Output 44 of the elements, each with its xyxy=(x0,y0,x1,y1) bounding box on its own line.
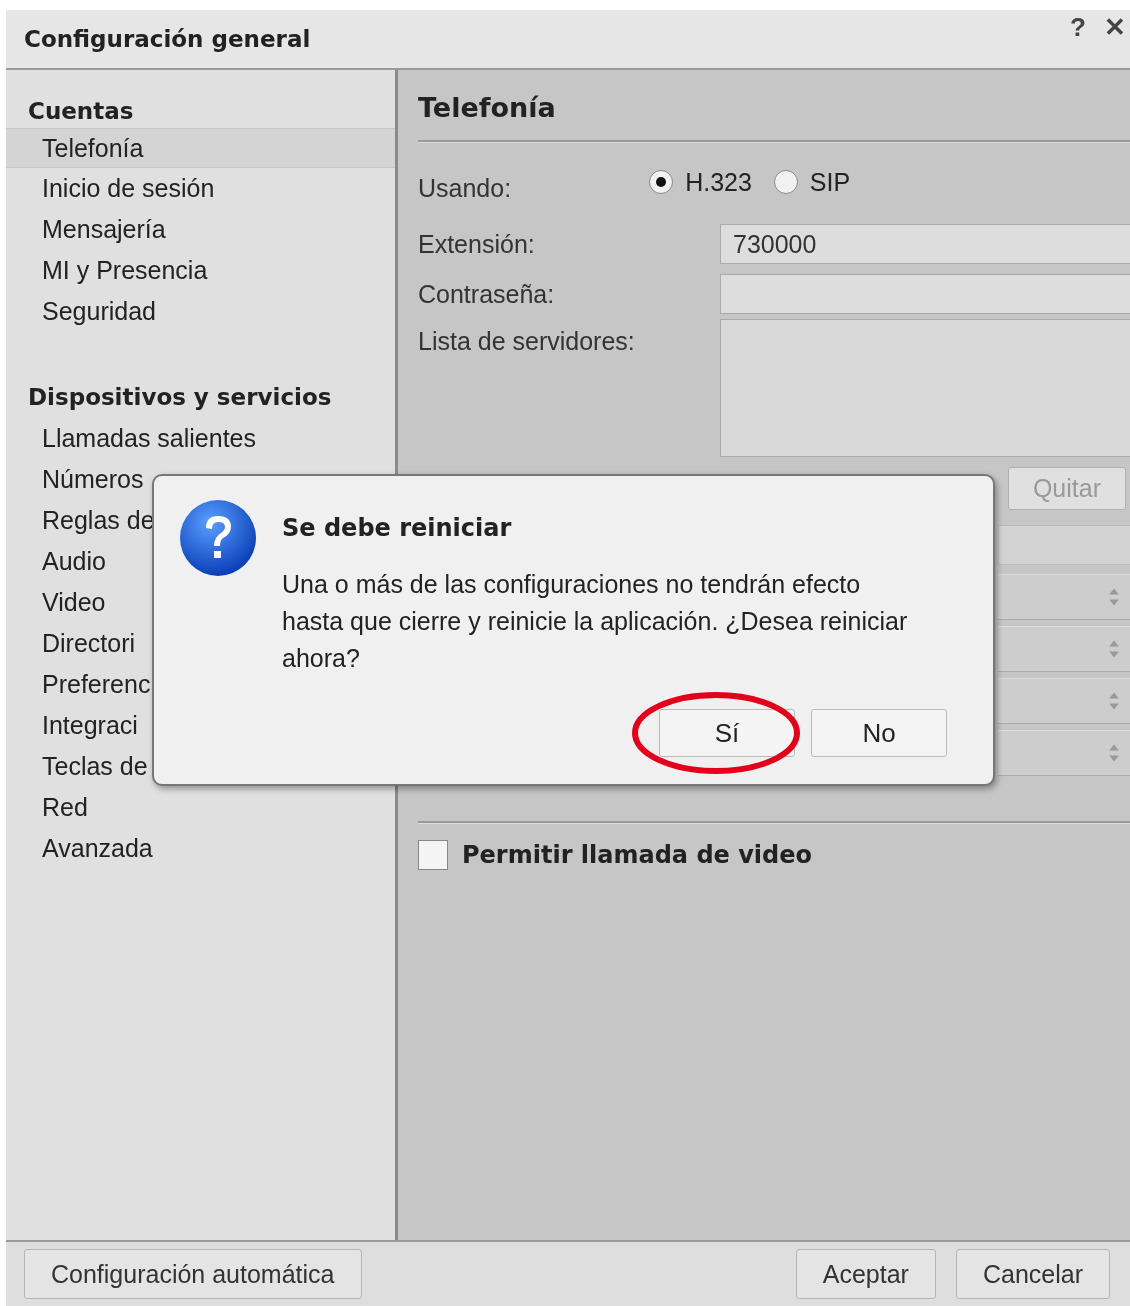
input-field[interactable] xyxy=(720,274,1130,314)
section-heading: Dispositivos y servicios xyxy=(27,384,333,412)
field-label: Lista de servidores: xyxy=(418,327,636,356)
spinner-icon xyxy=(1108,639,1120,659)
radio-label: SIP xyxy=(809,167,851,197)
radio-label: H.323 xyxy=(685,167,752,197)
question-icon xyxy=(178,498,258,578)
dialog-button[interactable]: Sí xyxy=(659,709,795,757)
close-button[interactable]: ✕ xyxy=(1100,12,1130,43)
sidebar-item[interactable]: Llamadas salientes xyxy=(6,418,395,459)
section-heading: Cuentas xyxy=(27,98,135,126)
field-label: Contraseña: xyxy=(418,279,556,309)
sidebar-item[interactable]: Red xyxy=(6,787,395,828)
input-field[interactable] xyxy=(998,525,1130,565)
sidebar-item[interactable]: Inicio de sesión xyxy=(6,168,395,209)
sidebar-item[interactable]: Seguridad xyxy=(6,291,395,332)
footer-button[interactable]: Cancelar xyxy=(955,1249,1110,1299)
dropdown[interactable] xyxy=(998,626,1130,672)
dropdown[interactable] xyxy=(998,678,1130,724)
spinner-icon xyxy=(1108,743,1120,763)
dialog-title: Se debe reiniciar xyxy=(282,514,513,542)
checkbox-label: Permitir llamada de video xyxy=(462,841,813,869)
sidebar-item[interactable]: MI y Presencia xyxy=(6,250,395,291)
dialog-button[interactable]: No xyxy=(811,709,947,757)
panel-title: Telefonía xyxy=(418,92,557,125)
radio-button[interactable] xyxy=(649,170,674,194)
footer-button[interactable]: Aceptar xyxy=(795,1249,936,1299)
auto-config-button[interactable]: Configuración automática xyxy=(24,1249,362,1299)
sidebar-item[interactable]: Avanzada xyxy=(6,828,395,869)
checkbox[interactable] xyxy=(418,840,448,870)
input-field[interactable]: 730000 xyxy=(720,224,1130,264)
radio-button[interactable] xyxy=(773,170,798,194)
spinner-icon xyxy=(1108,587,1120,607)
dropdown[interactable] xyxy=(998,730,1130,776)
server-list[interactable] xyxy=(720,319,1130,457)
spinner-icon xyxy=(1108,691,1120,711)
field-label: Usando: xyxy=(418,173,512,203)
help-button[interactable]: ? xyxy=(1066,12,1090,43)
window-title: Configuración general xyxy=(24,26,311,52)
dialog-message: Una o más de las configuraciones no tendrán efecto hasta que cierre y reinicie la aplicación. ¿Desea reiniciar ahora? xyxy=(282,569,909,674)
sidebar-item[interactable]: Telefonía xyxy=(6,128,395,168)
dropdown[interactable] xyxy=(998,574,1130,620)
field-label: Extensión: xyxy=(418,229,536,259)
sidebar-item[interactable]: Mensajería xyxy=(6,209,395,250)
